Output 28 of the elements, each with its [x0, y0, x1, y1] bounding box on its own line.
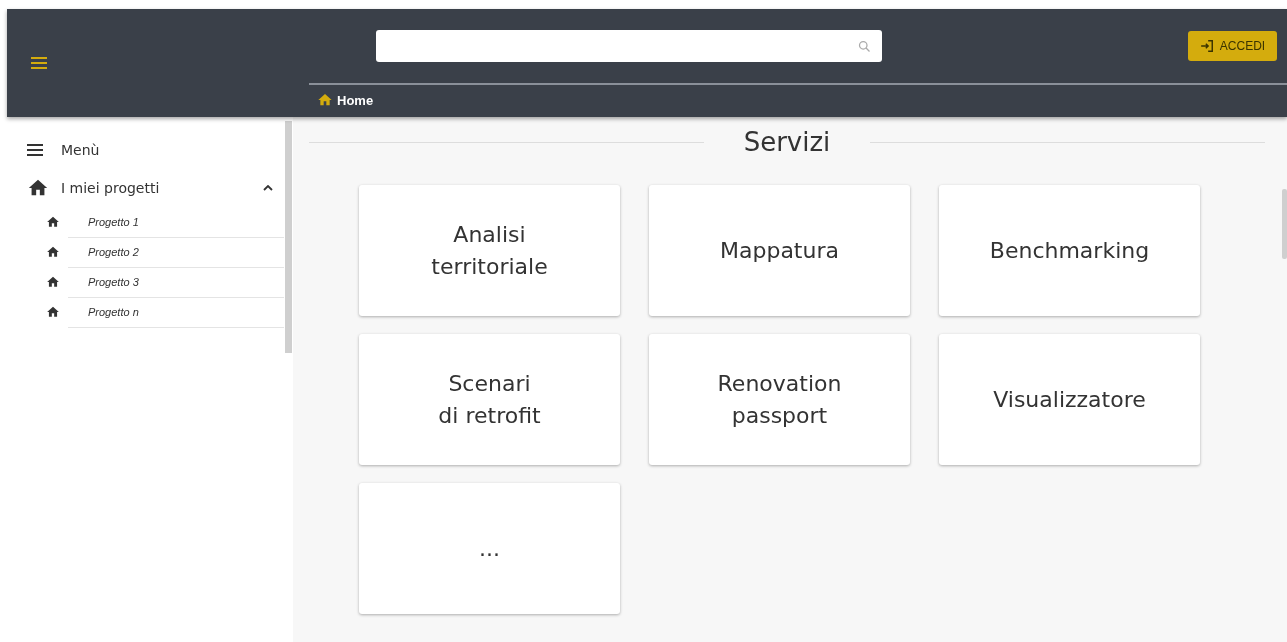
scrollbar[interactable]	[1282, 189, 1287, 259]
search-icon[interactable]	[857, 38, 872, 54]
service-card[interactable]: Benchmarking	[939, 185, 1200, 316]
menu-icon[interactable]	[27, 144, 43, 156]
login-button[interactable]: ACCEDI	[1188, 31, 1277, 61]
service-card[interactable]: Mappatura	[649, 185, 910, 316]
breadcrumb-link[interactable]: Home	[337, 92, 374, 108]
chevron-icon[interactable]	[263, 185, 273, 191]
home-icon	[317, 92, 333, 108]
sidebar-subitem[interactable]: Progetto n	[68, 296, 284, 328]
menu-label: Menù	[61, 142, 100, 158]
service-card[interactable]: Visualizzatore	[939, 334, 1200, 465]
sidebar-subitem[interactable]: Progetto 3	[68, 266, 284, 298]
search-field[interactable]	[376, 30, 882, 62]
sidebar-subitem[interactable]: Progetto 1	[68, 206, 284, 238]
scrollbar[interactable]	[285, 121, 292, 353]
service-card[interactable]: Scenari di retrofit	[359, 334, 620, 465]
home-icon	[46, 305, 60, 319]
sidebar-subitem[interactable]: Progetto 2	[68, 236, 284, 268]
sidebar-item[interactable]: I miei progetti	[61, 180, 251, 196]
service-card[interactable]: ...	[359, 483, 620, 614]
home-icon	[46, 275, 60, 289]
home-icon	[46, 215, 60, 229]
service-card[interactable]: Renovation passport	[649, 334, 910, 465]
login-icon	[1199, 39, 1214, 53]
service-card[interactable]: Analisi territoriale	[359, 185, 620, 316]
home-icon	[46, 245, 60, 259]
section-title: Servizi	[743, 127, 831, 157]
